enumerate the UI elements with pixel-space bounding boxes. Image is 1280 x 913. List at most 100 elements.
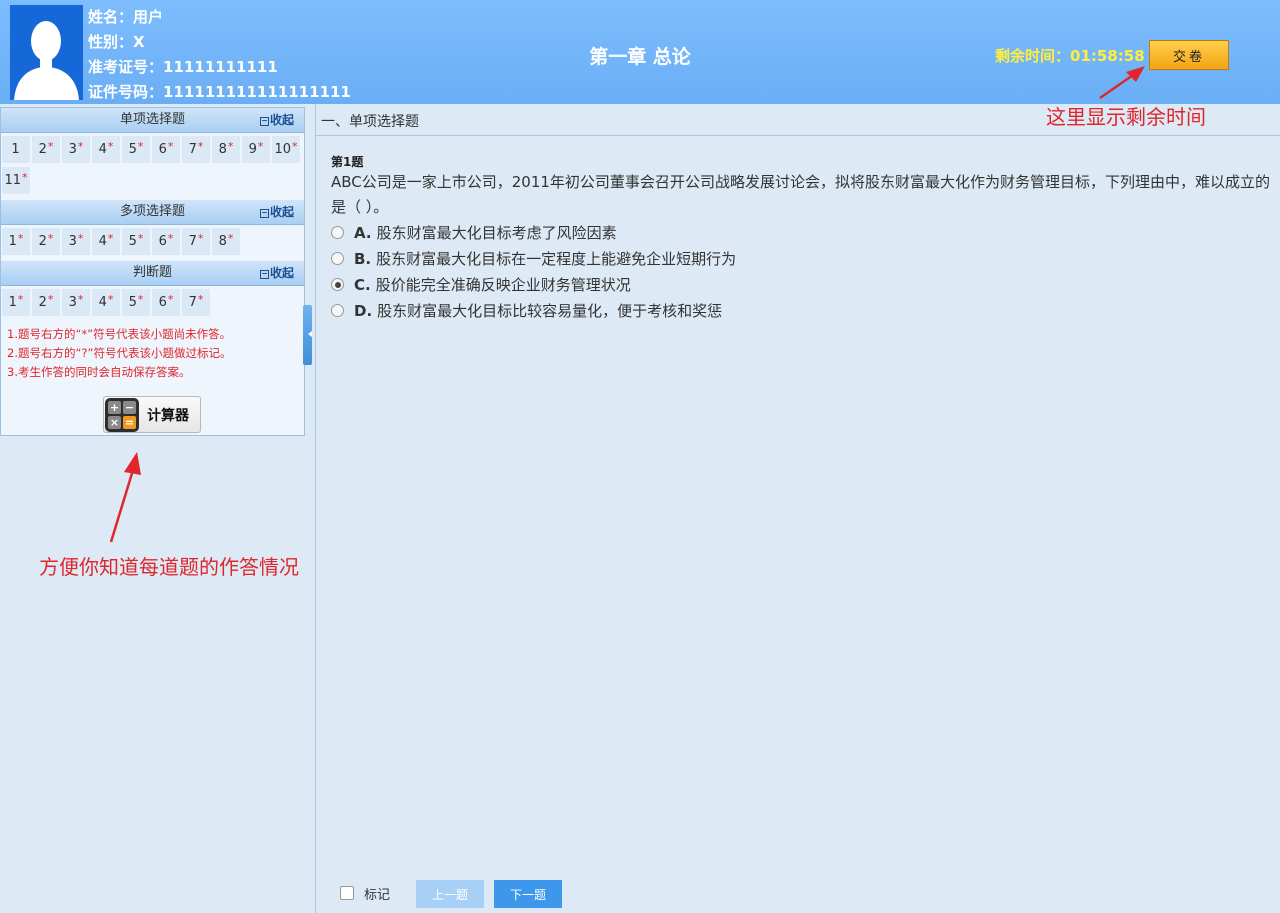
- remaining-time-label: 剩余时间：: [995, 47, 1071, 65]
- sidebar-annotation: 方便你知道每道题的作答情况: [39, 555, 299, 579]
- radio-button[interactable]: [331, 252, 344, 265]
- candidate-id-number: 证件号码：111111111111111111: [88, 83, 351, 101]
- question-number-button[interactable]: 3 *: [62, 228, 90, 255]
- unanswered-star: *: [227, 232, 234, 245]
- unanswered-star: *: [17, 293, 24, 306]
- question-number-button[interactable]: 2 *: [32, 289, 60, 316]
- question-number-button[interactable]: 6 *: [152, 136, 180, 163]
- question-number-button[interactable]: 9 *: [242, 136, 270, 163]
- answer-option[interactable]: B. 股东财富最大化目标在一定程度上能避免企业短期行为: [331, 248, 736, 269]
- collapse-label: 收起: [269, 266, 294, 280]
- answer-option[interactable]: A. 股东财富最大化目标考虑了风险因素: [331, 222, 617, 243]
- unanswered-star: *: [167, 293, 174, 306]
- question-number-button[interactable]: 1: [2, 136, 30, 163]
- question-number-button[interactable]: 2 *: [32, 228, 60, 255]
- collapse-button[interactable]: − 收起: [259, 200, 294, 224]
- unanswered-star: *: [137, 293, 144, 306]
- unanswered-star: *: [47, 293, 54, 306]
- question-number-button[interactable]: 7 *: [182, 289, 210, 316]
- unanswered-star: *: [197, 232, 204, 245]
- radio-button[interactable]: [331, 304, 344, 317]
- option-letter: D.: [354, 301, 373, 320]
- question-number-text: 1: [8, 234, 17, 249]
- previous-question-button[interactable]: 上一题: [416, 880, 484, 908]
- unanswered-star: *: [107, 232, 114, 245]
- calculator-icon: + − × =: [105, 397, 139, 432]
- unanswered-star: *: [167, 232, 174, 245]
- calculator-button[interactable]: + − × = 计算器: [103, 396, 201, 433]
- question-number-text: 6: [158, 234, 167, 249]
- answer-option[interactable]: C. 股价能完全准确反映企业财务管理状况: [331, 274, 631, 295]
- unanswered-star: *: [77, 140, 84, 153]
- question-number-button[interactable]: 5 *: [122, 136, 150, 163]
- question-number-text: 4: [98, 142, 107, 157]
- question-number-button[interactable]: 8 *: [212, 228, 240, 255]
- question-number-text: 7: [188, 234, 197, 249]
- unanswered-star: *: [197, 293, 204, 306]
- question-number-button[interactable]: 6 *: [152, 289, 180, 316]
- question-number-button[interactable]: 3 *: [62, 136, 90, 163]
- option-letter: B.: [354, 249, 372, 268]
- unanswered-star: *: [292, 140, 298, 153]
- question-number-button[interactable]: 3 *: [62, 289, 90, 316]
- option-text: 股东财富最大化目标考虑了风险因素: [376, 224, 617, 242]
- section-title: 多项选择题: [119, 204, 185, 219]
- radio-button[interactable]: [331, 278, 344, 291]
- question-number-button[interactable]: 6 *: [152, 228, 180, 255]
- question-number-text: 4: [98, 295, 107, 310]
- question-number-button[interactable]: 7 *: [182, 228, 210, 255]
- section-header-2: 判断题 − 收起: [1, 261, 304, 286]
- collapse-label: 收起: [269, 205, 294, 219]
- unanswered-star: *: [137, 232, 144, 245]
- unanswered-star: *: [227, 140, 234, 153]
- question-number-text: 2: [38, 142, 47, 157]
- option-text: 股价能完全准确反映企业财务管理状况: [375, 276, 631, 294]
- question-number-text: 7: [188, 295, 197, 310]
- question-number-button[interactable]: 11 *: [2, 167, 30, 194]
- question-number-button[interactable]: 5 *: [122, 228, 150, 255]
- unanswered-star: *: [77, 293, 84, 306]
- radio-button[interactable]: [331, 226, 344, 239]
- next-question-button[interactable]: 下一题: [494, 880, 562, 908]
- question-number-text: 3: [68, 295, 77, 310]
- question-number-button[interactable]: 8 *: [212, 136, 240, 163]
- candidate-name: 姓名：用户: [88, 8, 164, 26]
- question-number-text: 2: [38, 295, 47, 310]
- question-number-button[interactable]: 10 *: [272, 136, 300, 163]
- question-number-text: 1: [8, 295, 17, 310]
- collapse-label: 收起: [269, 113, 294, 127]
- instruction-line: 2.题号右方的“?”符号代表该小题做过标记。: [7, 346, 232, 360]
- question-number-button[interactable]: 1 *: [2, 228, 30, 255]
- question-number-button[interactable]: 1 *: [2, 289, 30, 316]
- submit-exam-button[interactable]: 交卷: [1149, 40, 1229, 70]
- question-number-button[interactable]: 4 *: [92, 228, 120, 255]
- sidebar-toggle-handle[interactable]: [303, 305, 312, 365]
- minus-box-icon: −: [259, 116, 269, 126]
- question-number-text: 5: [128, 295, 137, 310]
- unanswered-star: *: [197, 140, 204, 153]
- question-number-text: 3: [68, 142, 77, 157]
- instruction-line: 1.题号右方的“*”符号代表该小题尚未作答。: [7, 327, 232, 341]
- question-number: 第1题: [331, 155, 364, 169]
- question-grid: 1 2 * 3 * 4 * 5 * 6 * 7 * 8 * 9 * 10 * 11 *: [1, 133, 304, 200]
- collapse-button[interactable]: − 收起: [259, 108, 294, 132]
- mark-checkbox[interactable]: [340, 886, 354, 900]
- question-number-text: 8: [218, 142, 227, 157]
- unanswered-star: *: [17, 232, 24, 245]
- unanswered-star: *: [107, 140, 114, 153]
- question-text: ABC公司是一家上市公司，2011年初公司董事会召开公司战略发展讨论会，拟将股东…: [331, 173, 1270, 216]
- unanswered-star: *: [47, 232, 54, 245]
- question-number-button[interactable]: 5 *: [122, 289, 150, 316]
- question-number-text: 8: [218, 234, 227, 249]
- question-number-text: 1: [11, 142, 20, 157]
- question-number-button[interactable]: 7 *: [182, 136, 210, 163]
- question-number-button[interactable]: 2 *: [32, 136, 60, 163]
- question-number-button[interactable]: 4 *: [92, 289, 120, 316]
- section-header-1: 多项选择题 − 收起: [1, 200, 304, 225]
- unanswered-star: *: [22, 171, 28, 184]
- answer-option[interactable]: D. 股东财富最大化目标比较容易量化，便于考核和奖惩: [331, 300, 722, 321]
- question-number-button[interactable]: 4 *: [92, 136, 120, 163]
- question-grid: 1 * 2 * 3 * 4 * 5 * 6 * 7 *: [1, 286, 304, 322]
- unanswered-star: *: [257, 140, 264, 153]
- collapse-button[interactable]: − 收起: [259, 261, 294, 285]
